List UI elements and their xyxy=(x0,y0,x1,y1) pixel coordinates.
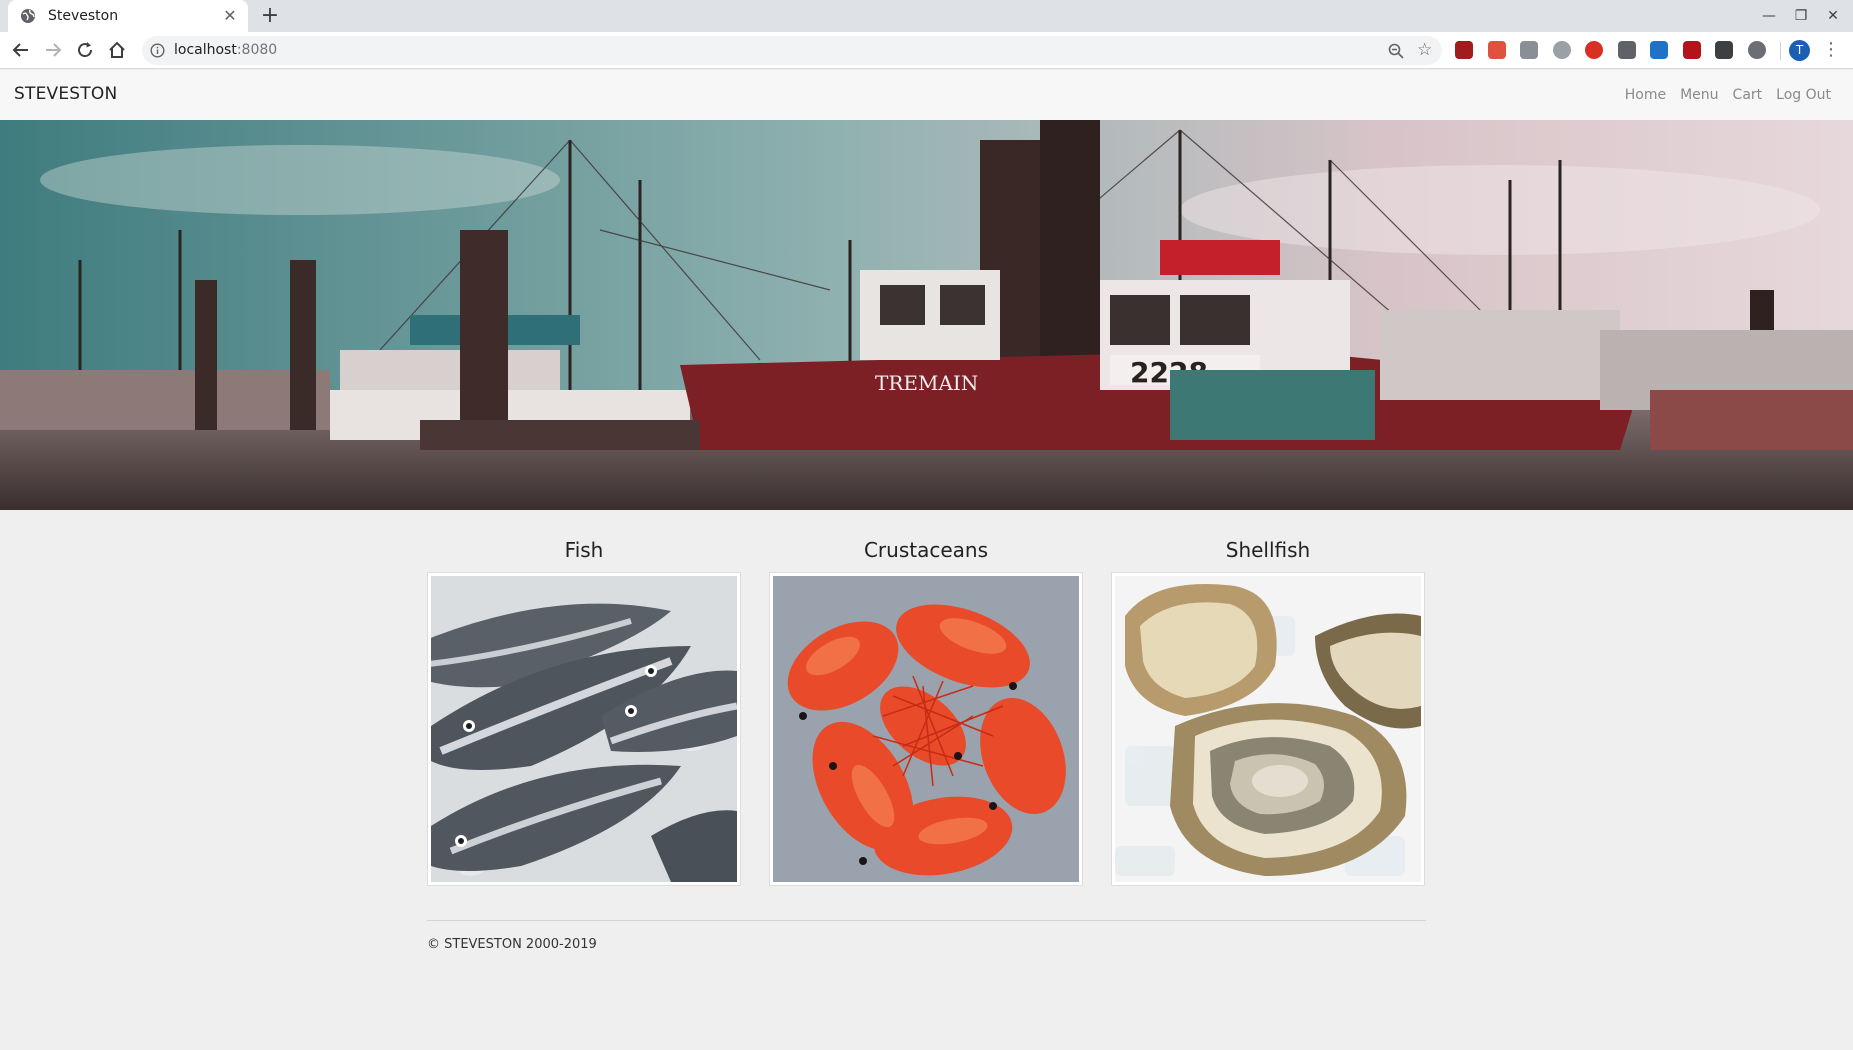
tab-title: Steveston xyxy=(48,8,119,24)
url-port: :8080 xyxy=(236,42,278,58)
site-navbar: STEVESTON Home Menu Cart Log Out xyxy=(0,70,1853,120)
category-title: Crustaceans xyxy=(863,538,989,562)
m-icon[interactable] xyxy=(1552,41,1571,59)
globe-icon xyxy=(20,8,36,24)
nav-links: Home Menu Cart Log Out xyxy=(1625,87,1831,103)
profile-avatar[interactable]: T xyxy=(1789,40,1810,61)
forward-icon[interactable] xyxy=(41,38,65,62)
browser-tab-strip: Steveston ✕ + — ❐ ✕ xyxy=(0,0,1853,32)
blue-square-icon[interactable] xyxy=(1650,41,1668,59)
category-fish[interactable]: Fish xyxy=(427,530,741,886)
nav-menu[interactable]: Menu xyxy=(1680,87,1718,103)
address-bar[interactable]: localhost:8080 ☆ xyxy=(142,36,1442,65)
reload-icon[interactable] xyxy=(73,38,97,62)
menu-icon[interactable]: ⋮ xyxy=(1822,39,1840,61)
star-icon[interactable]: ☆ xyxy=(1417,40,1432,60)
incognito-icon[interactable] xyxy=(1715,41,1733,59)
ublock-icon[interactable] xyxy=(1455,41,1473,59)
footer-copyright: © STEVESTON 2000-2019 xyxy=(427,937,597,952)
hero-image: 2228 TREMAIN xyxy=(0,120,1853,510)
close-icon[interactable]: ✕ xyxy=(222,8,238,24)
zoom-icon[interactable] xyxy=(1387,42,1405,60)
url-host: localhost xyxy=(174,42,237,58)
plus-icon[interactable]: + xyxy=(258,4,282,28)
browser-toolbar: localhost:8080 ☆ T ⋮ xyxy=(0,32,1853,69)
nav-cart[interactable]: Cart xyxy=(1733,87,1763,103)
toolbar-divider xyxy=(1780,42,1781,60)
minimize-icon[interactable]: — xyxy=(1758,6,1780,26)
red-dot-icon[interactable] xyxy=(1585,41,1603,59)
url-text: localhost:8080 xyxy=(174,42,277,58)
monitor-icon[interactable] xyxy=(1520,41,1538,59)
shellfish-image[interactable] xyxy=(1111,572,1425,886)
category-crustaceans[interactable]: Crustaceans xyxy=(769,530,1083,886)
svg-text:TREMAIN: TREMAIN xyxy=(875,371,978,395)
crustaceans-image[interactable] xyxy=(769,572,1083,886)
record-icon[interactable] xyxy=(1487,41,1506,59)
fish-image[interactable] xyxy=(427,572,741,886)
restore-icon[interactable]: ❐ xyxy=(1790,6,1812,26)
browser-tab[interactable]: Steveston ✕ xyxy=(8,0,248,32)
back-icon[interactable] xyxy=(9,38,33,62)
footer-divider xyxy=(427,920,1426,921)
category-title: Fish xyxy=(564,538,604,562)
info-icon[interactable] xyxy=(150,43,165,58)
nav-logout[interactable]: Log Out xyxy=(1776,87,1831,103)
category-shellfish[interactable]: Shellfish xyxy=(1111,530,1425,886)
window-close-icon[interactable]: ✕ xyxy=(1822,6,1844,26)
shield-icon[interactable] xyxy=(1682,41,1701,59)
home-icon[interactable] xyxy=(105,38,129,62)
circle-icon[interactable] xyxy=(1747,41,1766,59)
site-brand[interactable]: STEVESTON xyxy=(14,84,117,104)
nav-home[interactable]: Home xyxy=(1625,87,1666,103)
pulse-icon[interactable] xyxy=(1617,41,1636,59)
category-title: Shellfish xyxy=(1225,538,1311,562)
